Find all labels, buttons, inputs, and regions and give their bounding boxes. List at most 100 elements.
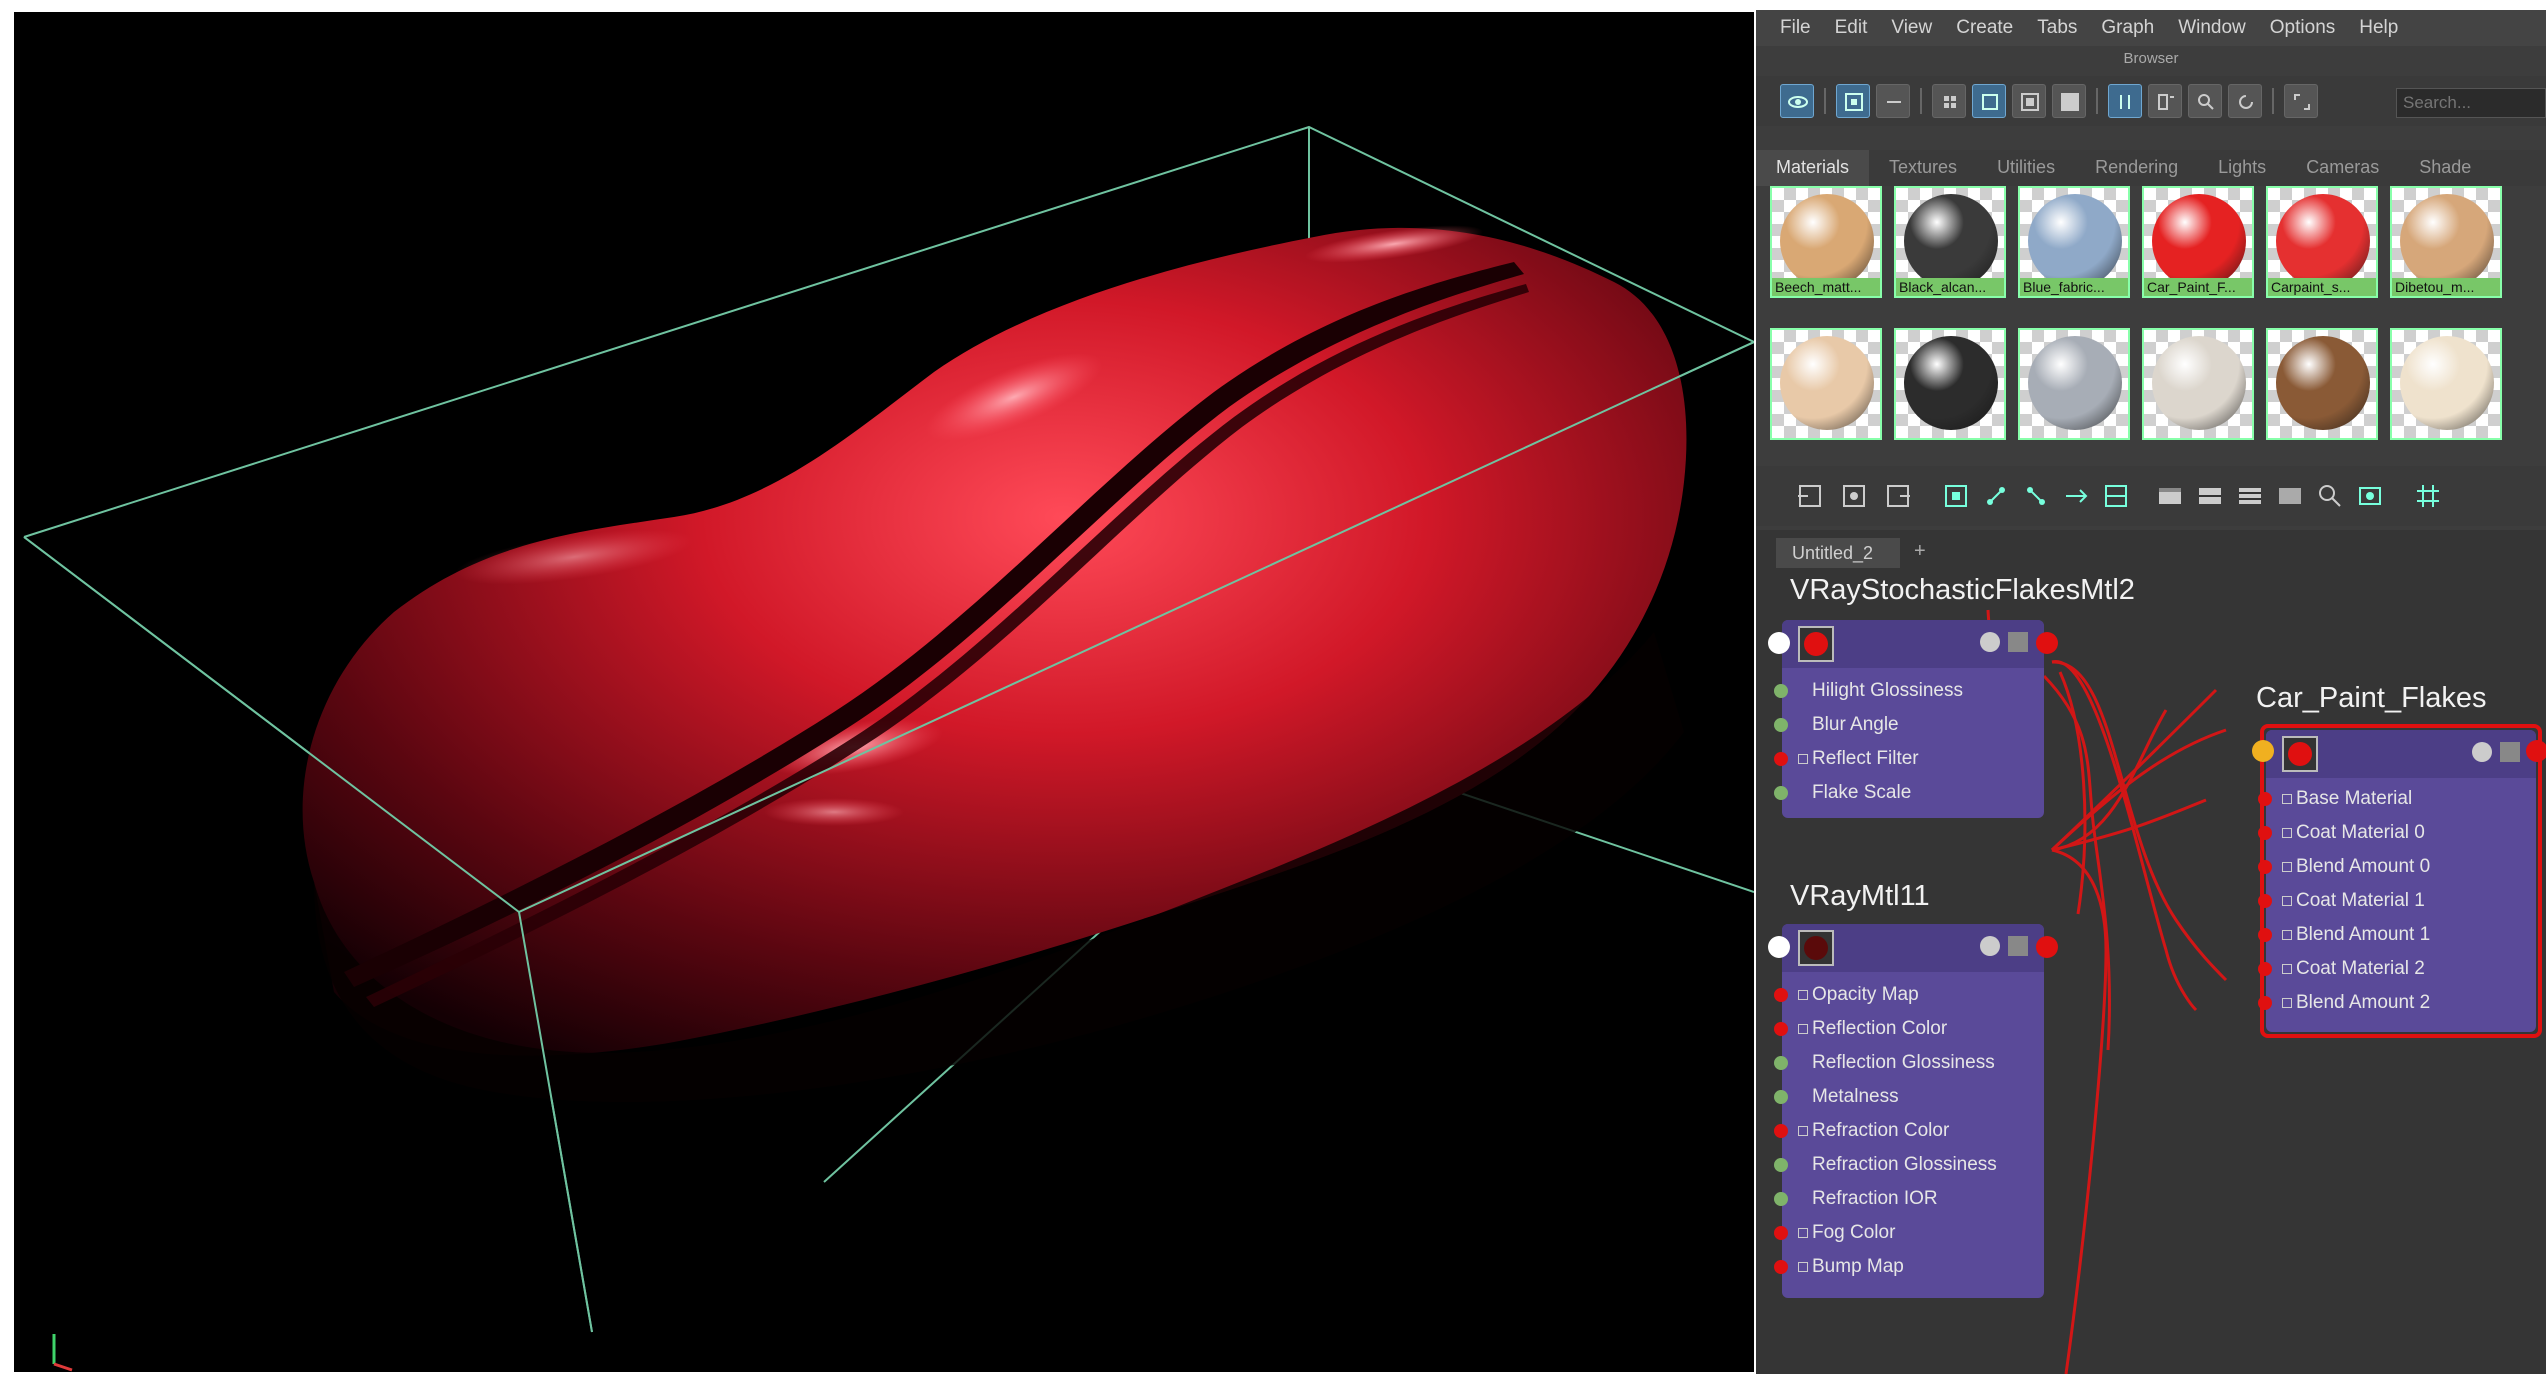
input-port[interactable] (1774, 1158, 1788, 1172)
attr-row[interactable]: Base Material (2258, 782, 2536, 816)
attr-row[interactable]: Fog Color (1774, 1216, 2044, 1250)
graph-input-icon[interactable] (1796, 482, 1824, 510)
material-swatch[interactable]: Car_Paint_F... (2142, 186, 2254, 298)
material-swatch[interactable] (2390, 328, 2502, 440)
layout-icon[interactable] (2102, 482, 2130, 510)
material-swatch[interactable] (2142, 328, 2254, 440)
attr-row[interactable]: Refraction IOR (1774, 1182, 2044, 1216)
node-graph-editor[interactable]: Untitled_2 + VRayStochasticFlakesMtl2 Hi… (1756, 530, 2546, 1374)
material-swatch[interactable] (1770, 328, 1882, 440)
grid-snap-icon[interactable] (2414, 482, 2442, 510)
node-car-paint-flakes[interactable]: Base Material Coat Material 0 Blend Amou… (2258, 730, 2536, 1032)
node-vraymtl[interactable]: Opacity Map Reflection Color Reflection … (1774, 924, 2044, 1298)
menu-edit[interactable]: Edit (1835, 17, 1868, 39)
sort-time-button[interactable] (2188, 84, 2222, 118)
input-port[interactable] (2258, 894, 2272, 908)
material-swatch[interactable] (2266, 328, 2378, 440)
input-port[interactable] (1774, 684, 1788, 698)
attr-row[interactable]: Refraction Color (1774, 1114, 2044, 1148)
grid-view-button[interactable] (1836, 84, 1870, 118)
settings-icon[interactable] (1980, 632, 2000, 652)
node-menu-icon[interactable] (2500, 742, 2520, 762)
material-swatch[interactable]: Blue_fabric... (2018, 186, 2130, 298)
input-port[interactable] (2258, 792, 2272, 806)
sort-type-button[interactable] (2148, 84, 2182, 118)
input-port[interactable] (2258, 996, 2272, 1010)
render-toggle-button[interactable] (1780, 84, 1814, 118)
link-icon[interactable] (2062, 482, 2090, 510)
input-port[interactable] (1774, 786, 1788, 800)
expand-button[interactable] (2284, 84, 2318, 118)
attr-row[interactable]: Blend Amount 2 (2258, 986, 2536, 1020)
menu-view[interactable]: View (1891, 17, 1932, 39)
small-icons-button[interactable] (1932, 84, 1966, 118)
tab-rendering[interactable]: Rendering (2075, 150, 2198, 186)
input-port[interactable] (1774, 1090, 1788, 1104)
menu-create[interactable]: Create (1956, 17, 2013, 39)
attr-row[interactable]: Bump Map (1774, 1250, 2044, 1284)
menu-options[interactable]: Options (2270, 17, 2335, 39)
node-menu-icon[interactable] (2008, 936, 2028, 956)
attr-row[interactable]: Coat Material 0 (2258, 816, 2536, 850)
graph-output-icon[interactable] (1884, 482, 1912, 510)
tab-utilities[interactable]: Utilities (1977, 150, 2075, 186)
view-three-icon[interactable] (2236, 482, 2264, 510)
arrange-icon[interactable] (1982, 482, 2010, 510)
node-input-port[interactable] (2252, 740, 2274, 762)
sort-name-button[interactable] (2108, 84, 2142, 118)
tab-shade[interactable]: Shade (2399, 150, 2491, 186)
node-input-port[interactable] (1768, 936, 1790, 958)
attr-row[interactable]: Refraction Glossiness (1774, 1148, 2044, 1182)
node-output-port[interactable] (2526, 740, 2546, 762)
attr-row[interactable]: Blend Amount 1 (2258, 918, 2536, 952)
node-output-port[interactable] (2036, 632, 2058, 654)
tab-materials[interactable]: Materials (1756, 150, 1870, 186)
node-output-port[interactable] (2036, 936, 2058, 958)
attr-row[interactable]: Blend Amount 0 (2258, 850, 2536, 884)
attr-row[interactable]: Opacity Map (1774, 978, 2044, 1012)
input-port[interactable] (1774, 1022, 1788, 1036)
view-two-icon[interactable] (2196, 482, 2224, 510)
settings-icon[interactable] (2472, 742, 2492, 762)
node-input-port[interactable] (1768, 632, 1790, 654)
attr-row[interactable]: Hilight Glossiness (1774, 674, 2044, 708)
menu-help[interactable]: Help (2359, 17, 2398, 39)
attr-row[interactable]: Blur Angle (1774, 708, 2044, 742)
attr-row[interactable]: Reflection Color (1774, 1012, 2044, 1046)
input-port[interactable] (1774, 988, 1788, 1002)
input-port[interactable] (2258, 928, 2272, 942)
connect-icon[interactable] (2022, 482, 2050, 510)
material-swatch[interactable]: Carpaint_s... (2266, 186, 2378, 298)
node-menu-icon[interactable] (2008, 632, 2028, 652)
attr-row[interactable]: Flake Scale (1774, 776, 2044, 810)
node-vray-stochastic-flakes[interactable]: Hilight Glossiness Blur Angle Reflect Fi… (1774, 620, 2044, 818)
input-port[interactable] (2258, 826, 2272, 840)
attr-row[interactable]: Reflect Filter (1774, 742, 2044, 776)
menu-graph[interactable]: Graph (2101, 17, 2154, 39)
input-port[interactable] (1774, 1056, 1788, 1070)
attr-row[interactable]: Coat Material 1 (2258, 884, 2536, 918)
browser-search-input[interactable] (2396, 88, 2546, 118)
large-icons-button[interactable] (2012, 84, 2046, 118)
huge-icons-button[interactable] (2052, 84, 2086, 118)
attr-row[interactable]: Coat Material 2 (2258, 952, 2536, 986)
attr-row[interactable]: Metalness (1774, 1080, 2044, 1114)
tab-textures[interactable]: Textures (1869, 150, 1977, 186)
3d-viewport[interactable] (14, 12, 1754, 1372)
input-port[interactable] (1774, 718, 1788, 732)
search-icon[interactable] (2316, 482, 2344, 510)
input-port[interactable] (1774, 752, 1788, 766)
menu-tabs[interactable]: Tabs (2037, 17, 2077, 39)
menu-file[interactable]: File (1780, 17, 1811, 39)
menu-window[interactable]: Window (2178, 17, 2246, 39)
view-four-icon[interactable] (2276, 482, 2304, 510)
attr-row[interactable]: Reflection Glossiness (1774, 1046, 2044, 1080)
refresh-button[interactable] (2228, 84, 2262, 118)
material-swatch[interactable]: Beech_matt... (1770, 186, 1882, 298)
graph-in-out-icon[interactable] (1840, 482, 1868, 510)
material-swatch[interactable] (1894, 328, 2006, 440)
tab-lights[interactable]: Lights (2198, 150, 2286, 186)
input-port[interactable] (1774, 1192, 1788, 1206)
input-port[interactable] (1774, 1260, 1788, 1274)
input-port[interactable] (1774, 1124, 1788, 1138)
